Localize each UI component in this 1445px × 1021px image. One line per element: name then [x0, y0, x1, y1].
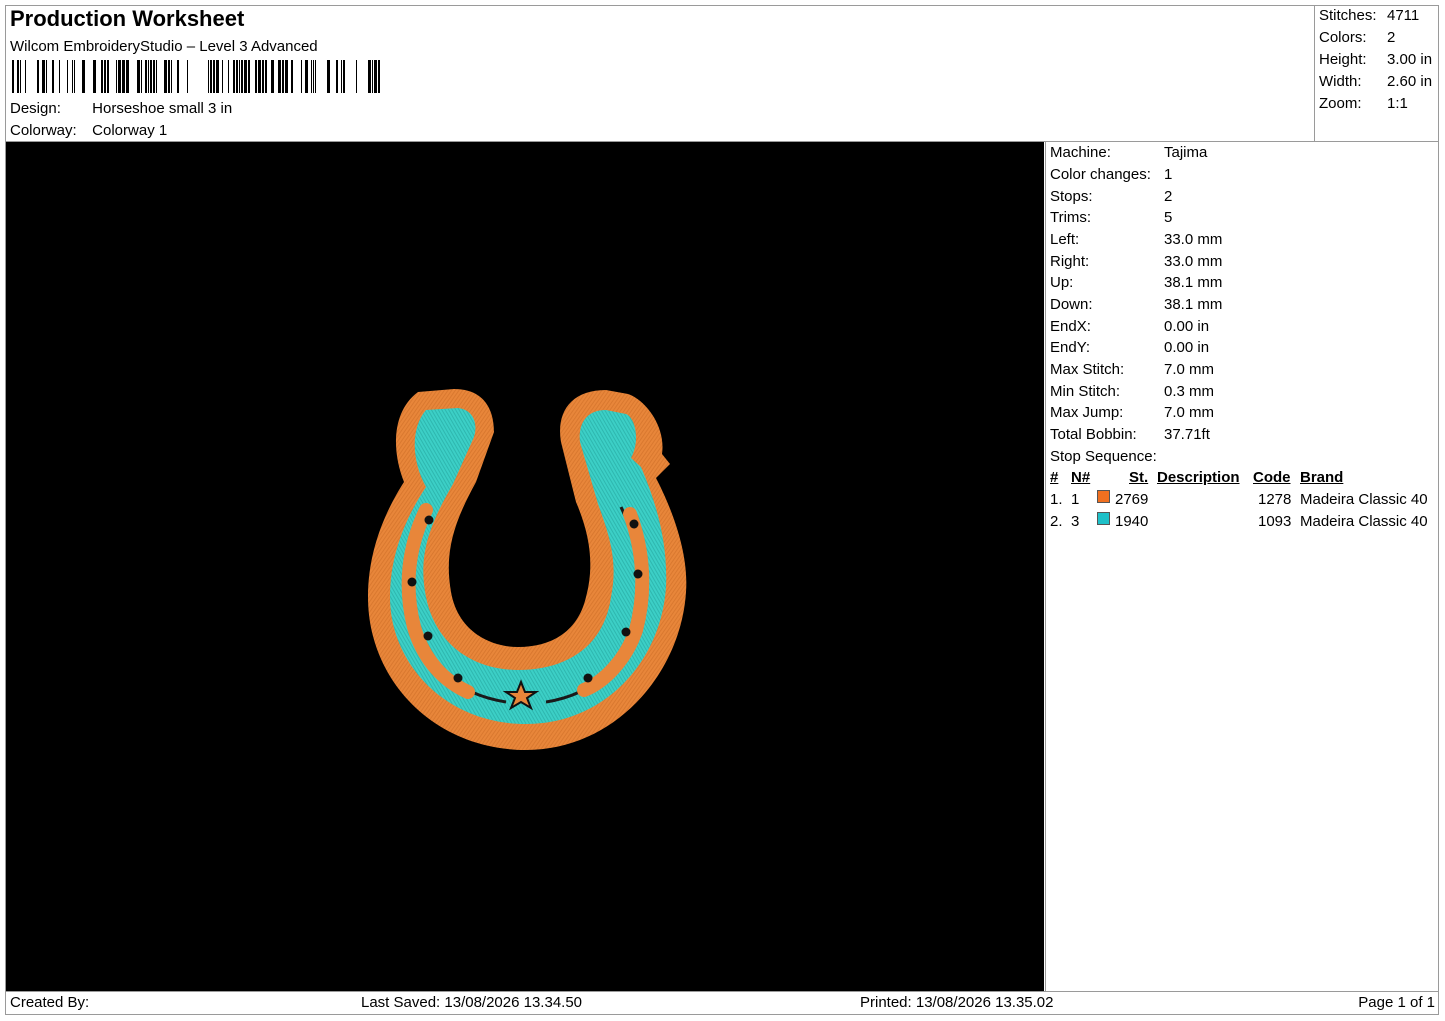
colorway-label: Colorway: — [10, 122, 77, 139]
footer-page: Page 1 of 1 — [1358, 994, 1435, 1011]
row2-code: 1093 — [1258, 513, 1292, 530]
detail-trims: Trims: 5 — [1050, 209, 1173, 226]
summary-stitches: Stitches: 4711 — [1319, 7, 1420, 24]
software-name: Wilcom EmbroideryStudio – Level 3 Advanc… — [10, 38, 318, 55]
horseshoe-artwork — [368, 389, 687, 750]
summary-zoom: Zoom: 1:1 — [1319, 95, 1408, 112]
design-preview — [6, 142, 1044, 991]
col-header-code: Code — [1253, 469, 1291, 486]
detail-max-stitch: Max Stitch: 7.0 mm — [1050, 361, 1215, 378]
row1-num: 1. — [1050, 491, 1063, 508]
footer-divider — [5, 991, 1439, 992]
detail-min-stitch: Min Stitch: 0.3 mm — [1050, 383, 1215, 400]
summary-height: Height: 3.00 in — [1319, 51, 1433, 68]
col-header-num: # — [1050, 469, 1059, 486]
footer-last-saved: Last Saved: 13/08/2026 13.34.50 — [361, 994, 583, 1011]
col-header-st: St. — [1129, 469, 1149, 486]
colorway-value: Colorway 1 — [92, 122, 168, 139]
row2-st: 1940 — [1115, 513, 1149, 530]
row2-n: 3 — [1071, 513, 1080, 530]
row1-n: 1 — [1071, 491, 1080, 508]
col-header-description: Description — [1157, 469, 1240, 486]
row1-color-swatch — [1097, 490, 1110, 503]
footer-printed: Printed: 13/08/2026 13.35.02 — [860, 994, 1054, 1011]
row1-brand: Madeira Classic 40 — [1300, 491, 1428, 508]
row1-st: 2769 — [1115, 491, 1149, 508]
col-header-n: N# — [1071, 469, 1091, 486]
row2-num: 2. — [1050, 513, 1063, 530]
colorway-row: Colorway: Colorway 1 — [10, 122, 167, 139]
row2-brand: Madeira Classic 40 — [1300, 513, 1428, 530]
page-title: Production Worksheet — [10, 6, 245, 31]
detail-total-bobbin: Total Bobbin: 37.71ft — [1050, 426, 1210, 443]
detail-right: Right: 33.0 mm — [1050, 253, 1223, 270]
details-panel: Machine: Tajima Color changes: 1 Stops: 2 T… — [1045, 142, 1439, 991]
barcode — [12, 60, 380, 93]
detail-endy: EndY: 0.00 in — [1050, 339, 1210, 356]
stop-sequence-label: Stop Sequence: — [1050, 448, 1157, 465]
summary-colors: Colors: 2 — [1319, 29, 1396, 46]
design-row: Design: Horseshoe small 3 in — [10, 100, 232, 117]
detail-machine: Machine: Tajima — [1050, 144, 1208, 161]
detail-down: Down: 38.1 mm — [1050, 296, 1223, 313]
col-header-brand: Brand — [1300, 469, 1344, 486]
detail-endx: EndX: 0.00 in — [1050, 318, 1210, 335]
footer-created-by: Created By: — [10, 994, 90, 1011]
row1-code: 1278 — [1258, 491, 1292, 508]
detail-max-jump: Max Jump: 7.0 mm — [1050, 404, 1215, 421]
design-label: Design: — [10, 100, 61, 117]
detail-color-changes: Color changes: 1 — [1050, 166, 1173, 183]
detail-left: Left: 33.0 mm — [1050, 231, 1223, 248]
summary-width: Width: 2.60 in — [1319, 73, 1433, 90]
detail-stops: Stops: 2 — [1050, 188, 1173, 205]
row2-color-swatch — [1097, 512, 1110, 525]
summary-panel: Stitches: 4711 Colors: 2 Height: 3.00 in Wi… — [1314, 5, 1439, 142]
design-value: Horseshoe small 3 in — [92, 100, 233, 117]
detail-up: Up: 38.1 mm — [1050, 274, 1223, 291]
